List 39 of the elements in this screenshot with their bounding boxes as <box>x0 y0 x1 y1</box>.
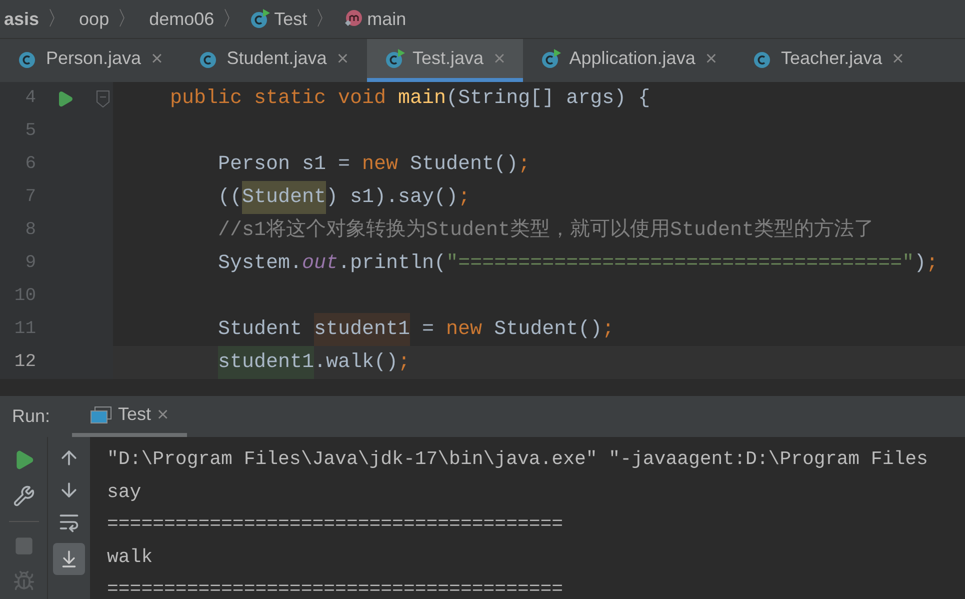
close-icon[interactable]: × <box>151 44 163 74</box>
breadcrumb-item[interactable]: demo06 <box>149 6 214 32</box>
file-tab[interactable]: Person.java × <box>0 39 181 82</box>
breadcrumb-item[interactable]: Test <box>274 6 308 32</box>
fold-icon[interactable] <box>96 90 110 108</box>
separator: 〉 <box>222 7 242 32</box>
file-tab[interactable]: Teacher.java × <box>735 39 922 82</box>
wrench-icon[interactable] <box>12 485 34 507</box>
line-number: 12 <box>13 351 36 374</box>
separator: 〉 <box>315 7 336 32</box>
breadcrumb-item[interactable]: asis <box>4 6 40 32</box>
code-line: Person s1 = new Student(); <box>218 152 530 178</box>
code-line: System.out.println("====================================="); <box>218 250 938 276</box>
console-line: say <box>107 480 142 504</box>
file-tab[interactable]: Application.java × <box>523 39 736 82</box>
console-line: ======================================== <box>107 577 564 599</box>
scroll-to-end-button[interactable] <box>53 543 85 575</box>
file-tab[interactable]: Student.java × <box>180 39 367 82</box>
method-icon <box>343 9 364 29</box>
run-icon[interactable] <box>56 90 74 108</box>
run-label: Run: <box>11 405 52 428</box>
close-icon[interactable]: × <box>157 400 169 430</box>
console-line: walk <box>107 544 154 570</box>
breadcrumb-item[interactable]: main <box>367 6 406 32</box>
close-icon[interactable]: × <box>336 44 349 74</box>
file-tab[interactable]: Test.java × <box>366 39 524 82</box>
separator: 〉 <box>47 7 68 32</box>
console-line: ======================================== <box>107 512 564 537</box>
class-run-icon <box>250 9 270 29</box>
code-line: ((Student) s1).say(); <box>218 181 470 214</box>
code-line: //s1将这个对象转换为Student类型，就可以使用Student类型的方法了 <box>218 217 874 244</box>
close-icon[interactable]: × <box>705 44 718 74</box>
console-line: "D:\Program Files\Java\jdk-17\bin\java.exe" "-javaagent:D:\Program Files <box>107 447 929 472</box>
code-line: public static void main(String[] args) { <box>170 86 650 112</box>
code-line: Student student1 = new Student(); <box>218 313 614 346</box>
window-icon <box>90 406 112 424</box>
close-icon[interactable]: × <box>892 44 904 74</box>
separator: 〉 <box>117 7 138 32</box>
breadcrumb-item[interactable]: oop <box>79 6 110 32</box>
